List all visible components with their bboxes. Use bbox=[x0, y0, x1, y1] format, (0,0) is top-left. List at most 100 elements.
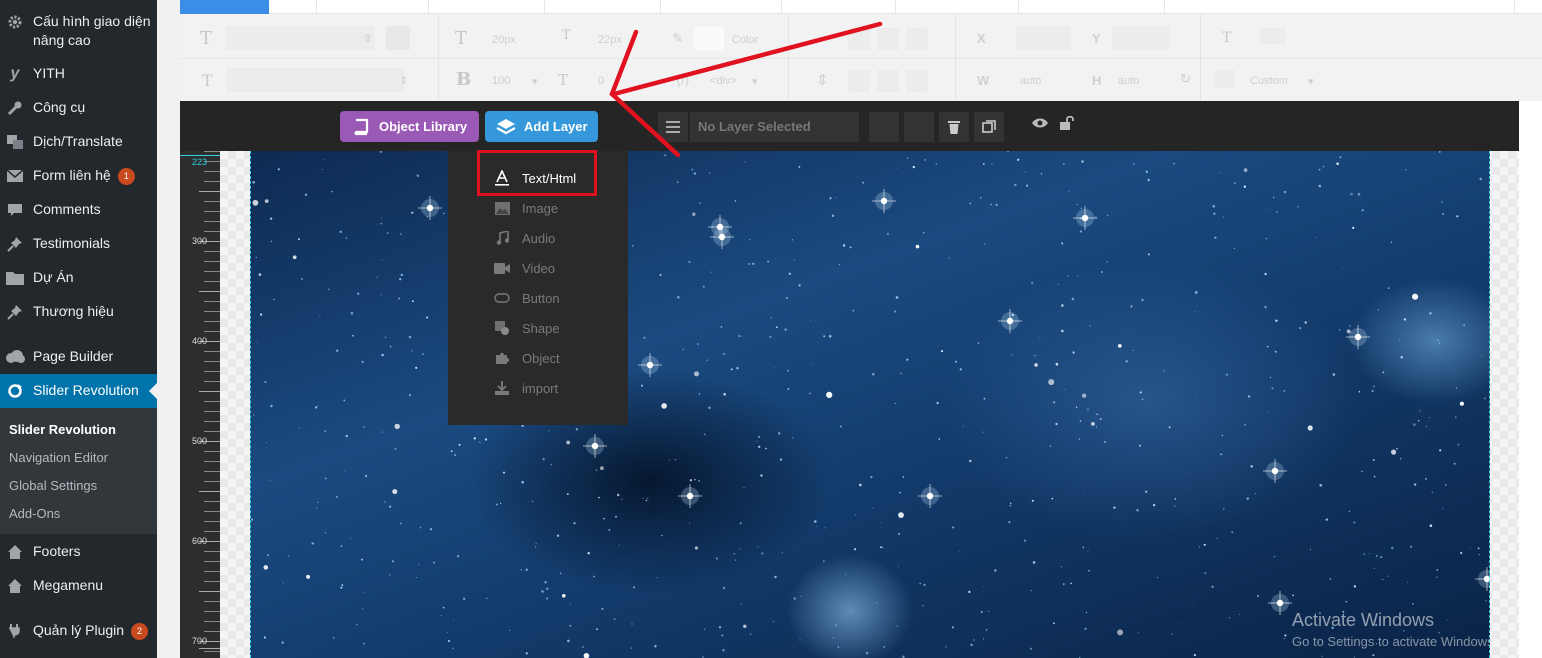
sidebar-item-label: Page Builder bbox=[33, 348, 114, 364]
sidebar-item-label: Slider Revolution bbox=[33, 382, 139, 398]
admin-sidebar: Cấu hình giao diện nâng cao y YITH Công … bbox=[0, 0, 157, 658]
sidebar-item-plugins[interactable]: Quản lý Plugin 2 bbox=[0, 621, 157, 641]
chevron-down-icon: ▾ bbox=[1308, 76, 1314, 88]
align-right-icon[interactable] bbox=[906, 28, 928, 50]
video-icon bbox=[494, 260, 510, 276]
font-size-icon: T bbox=[455, 28, 468, 49]
sidebar-item-tools[interactable]: Công cụ bbox=[0, 98, 157, 118]
sidebar-item-footers[interactable]: Footers bbox=[0, 542, 157, 562]
width-label: W bbox=[977, 73, 990, 88]
align-left-icon[interactable] bbox=[848, 28, 870, 50]
add-layer-label: Add Layer bbox=[524, 119, 588, 134]
gear-icon bbox=[5, 12, 25, 32]
sidebar-item-projects[interactable]: Dự Án bbox=[0, 268, 157, 288]
sidebar-item-advanced-theme[interactable]: Cấu hình giao diện nâng cao bbox=[0, 12, 157, 50]
font-family-select[interactable] bbox=[226, 26, 374, 50]
menu-item-label: Audio bbox=[522, 230, 556, 246]
toggle-switch[interactable] bbox=[1260, 28, 1286, 44]
layer-option-button[interactable] bbox=[869, 112, 899, 142]
color-swatch[interactable] bbox=[694, 26, 724, 50]
ruler-tick-label: 500 bbox=[192, 436, 208, 446]
yith-icon: y bbox=[10, 65, 20, 82]
sidebar-item-yith[interactable]: y YITH bbox=[0, 64, 157, 84]
submenu-item-navigation-editor[interactable]: Navigation Editor bbox=[9, 450, 108, 465]
font-weight-icon: B bbox=[456, 69, 472, 90]
music-icon bbox=[494, 230, 510, 246]
trash-icon[interactable] bbox=[939, 112, 969, 142]
valign-top-icon[interactable] bbox=[848, 70, 870, 92]
unlock-icon[interactable] bbox=[1060, 115, 1074, 133]
ruler-tick-label: 300 bbox=[192, 236, 208, 246]
sidebar-item-label: Comments bbox=[33, 201, 101, 217]
sidebar-item-label: Dự Án bbox=[33, 269, 74, 285]
height-input[interactable]: auto bbox=[1118, 75, 1139, 87]
align-center-icon[interactable] bbox=[877, 28, 899, 50]
sidebar-item-label: YITH bbox=[33, 65, 65, 81]
eye-icon[interactable] bbox=[1032, 116, 1048, 132]
sidebar-item-megamenu[interactable]: Megamenu bbox=[0, 576, 157, 596]
chevron-updown-icon: ⇕ bbox=[399, 75, 409, 87]
lock-ratio-icon[interactable]: ↻ bbox=[1180, 71, 1191, 87]
sidebar-item-translate[interactable]: Dịch/Translate bbox=[0, 132, 157, 152]
letter-spacing-value[interactable]: 0 bbox=[598, 75, 604, 87]
width-input[interactable]: auto bbox=[1020, 75, 1041, 87]
valign-middle-icon[interactable] bbox=[877, 70, 899, 92]
letter-spacing-icon: T bbox=[558, 71, 569, 89]
html-tag-select[interactable]: <div> bbox=[710, 75, 737, 87]
menu-item-label: Image bbox=[522, 200, 559, 216]
y-position-input[interactable] bbox=[1112, 26, 1170, 50]
sidebar-item-label: Form liên hệ bbox=[33, 167, 111, 183]
import-icon bbox=[494, 380, 510, 396]
envelope-icon bbox=[5, 166, 25, 186]
sidebar-item-contact-form[interactable]: Form liên hệ 1 bbox=[0, 166, 157, 186]
ruler-marker bbox=[180, 155, 220, 156]
layer-option-button[interactable] bbox=[904, 112, 934, 142]
slide-canvas[interactable] bbox=[250, 151, 1490, 658]
ruler-tick-label: 700 bbox=[192, 636, 208, 646]
submenu-item-add-ons[interactable]: Add-Ons bbox=[9, 506, 60, 521]
save-icon[interactable] bbox=[386, 26, 410, 50]
app-root: Cấu hình giao diện nâng cao y YITH Công … bbox=[0, 0, 1542, 658]
hamburger-icon[interactable] bbox=[658, 112, 688, 142]
font-size-value[interactable]: 20px bbox=[492, 34, 516, 46]
shape-icon bbox=[494, 320, 510, 336]
sort-icon: ⇕ bbox=[816, 72, 829, 89]
wrench-icon bbox=[5, 98, 25, 118]
menu-item-label: Shape bbox=[522, 320, 560, 336]
x-position-input[interactable] bbox=[1016, 26, 1071, 50]
slide-guide-left bbox=[250, 151, 251, 658]
sidebar-item-label: Cấu hình giao diện nâng cao bbox=[33, 13, 151, 48]
sidebar-item-slider-revolution[interactable]: Slider Revolution bbox=[0, 374, 157, 408]
color-field[interactable]: Color bbox=[732, 34, 758, 46]
sidebar-item-page-builder[interactable]: Page Builder bbox=[0, 347, 157, 367]
valign-bottom-icon[interactable] bbox=[906, 70, 928, 92]
submenu-item-global-settings[interactable]: Global Settings bbox=[9, 478, 97, 493]
refresh-icon bbox=[5, 381, 25, 401]
sidebar-item-label: Megamenu bbox=[33, 577, 104, 593]
font-weight-value[interactable]: 100 bbox=[492, 75, 510, 87]
sidebar-item-comments[interactable]: Comments bbox=[0, 200, 157, 220]
sidebar-item-brands[interactable]: Thương hiệu bbox=[0, 302, 157, 322]
pencil-icon: ✎ bbox=[672, 30, 684, 46]
line-height-value[interactable]: 22px bbox=[598, 34, 622, 46]
tab-active[interactable] bbox=[180, 0, 269, 14]
button-icon bbox=[494, 290, 510, 306]
slide-guide-right bbox=[1489, 151, 1490, 658]
layer-name-field[interactable]: No Layer Selected bbox=[690, 112, 859, 142]
object-library-button[interactable]: Object Library bbox=[340, 111, 479, 142]
chevron-down-icon: ▾ bbox=[752, 76, 758, 88]
text-transform-icon[interactable]: T bbox=[1222, 30, 1231, 46]
submenu-item-slider-revolution[interactable]: Slider Revolution bbox=[9, 422, 116, 437]
font-style-select[interactable] bbox=[226, 68, 404, 92]
chevron-updown-icon: ⇕ bbox=[363, 33, 373, 45]
book-icon bbox=[350, 118, 372, 136]
folder-icon bbox=[5, 268, 25, 288]
sidebar-item-testimonials[interactable]: Testimonials bbox=[0, 234, 157, 254]
puzzle-icon bbox=[494, 350, 510, 366]
size-preset-select[interactable]: Custom bbox=[1250, 75, 1288, 87]
add-layer-button[interactable]: Add Layer bbox=[485, 111, 598, 142]
duplicate-icon[interactable] bbox=[974, 112, 1004, 142]
chevron-down-icon: ▾ bbox=[532, 76, 538, 88]
activate-windows-title: Activate Windows bbox=[1292, 610, 1435, 630]
sidebar-submenu: Slider Revolution Navigation Editor Glob… bbox=[0, 408, 157, 534]
